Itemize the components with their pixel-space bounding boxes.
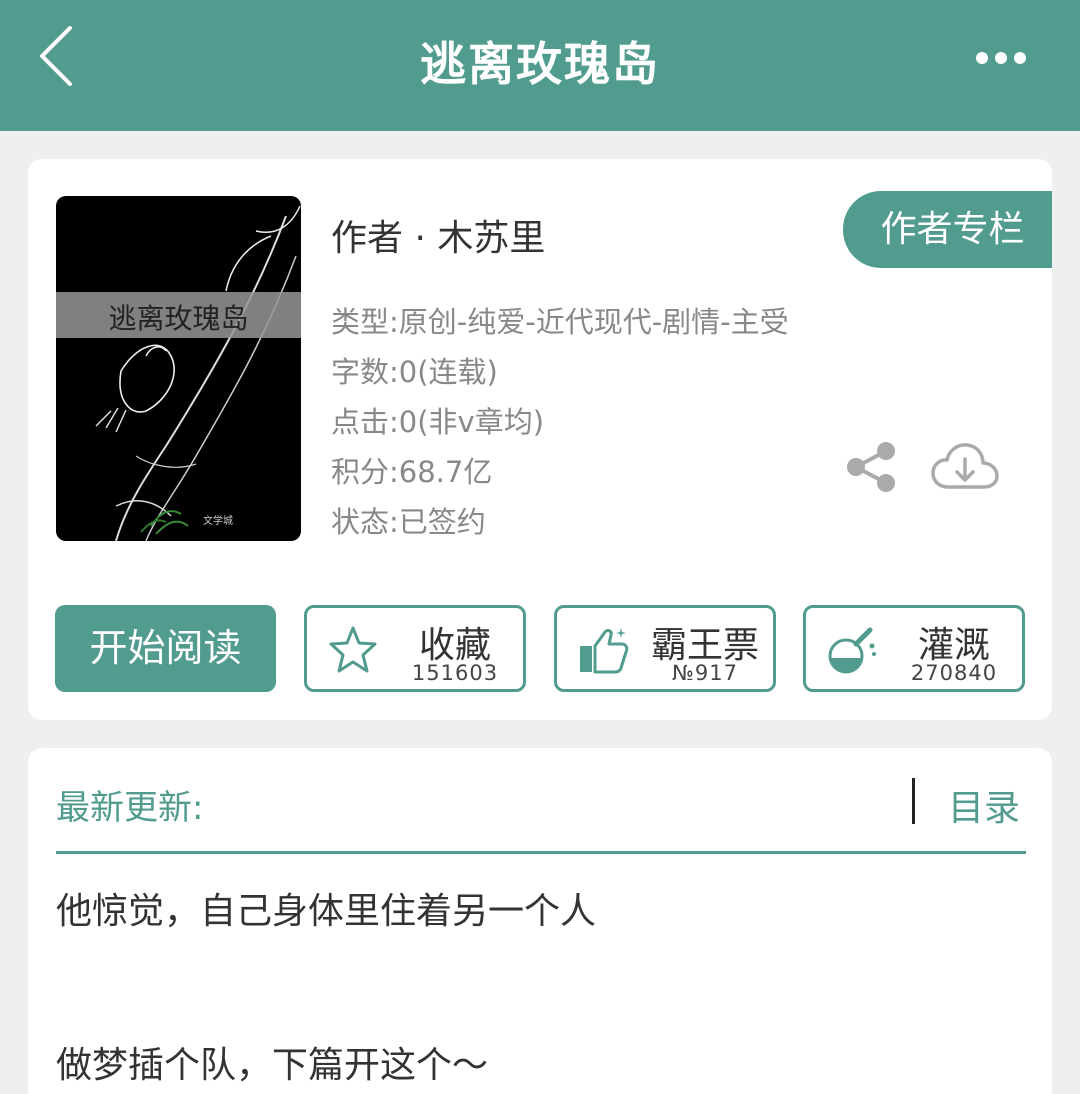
book-score: 积分:68.7亿: [331, 455, 493, 489]
water-count: 270840: [910, 661, 998, 685]
latest-update-label: 最新更新:: [56, 788, 204, 828]
cover-title: 逃离玫瑰岛: [108, 302, 249, 335]
more-dots-icon: [1014, 52, 1026, 64]
vote-count: №917: [672, 661, 738, 685]
book-status: 状态:已签约: [331, 505, 486, 539]
book-info-card: 逃离玫瑰岛 文学城 作者 · 木苏里 作者专栏 类型:原创-纯爱-近代现代-剧情…: [28, 159, 1052, 720]
start-reading-button[interactable]: 开始阅读: [55, 605, 276, 692]
book-clicks: 点击:0(非v章均): [331, 405, 545, 439]
more-dots-icon: [995, 52, 1007, 64]
top-bar: 逃离玫瑰岛: [0, 0, 1080, 131]
update-text-line[interactable]: 他惊觉，自己身体里住着另一个人: [56, 882, 596, 934]
divider: [912, 778, 915, 824]
flask-icon: [828, 627, 876, 674]
page-title: 逃离玫瑰岛: [420, 37, 660, 91]
book-type: 类型:原创-纯爱-近代现代-剧情-主受: [331, 305, 789, 339]
favorite-count: 151603: [411, 661, 499, 685]
book-word-count: 字数:0(连载): [331, 355, 498, 389]
favorite-button[interactable]: 收藏 151603: [304, 605, 526, 692]
thumbs-up-icon: [580, 628, 629, 674]
star-icon: [329, 626, 377, 673]
cover-art: [95, 205, 301, 541]
author-name[interactable]: 作者 · 木苏里: [331, 209, 545, 261]
more-button[interactable]: [976, 48, 1026, 68]
more-dots-icon: [976, 52, 988, 64]
book-cover[interactable]: 逃离玫瑰岛 文学城: [56, 196, 301, 541]
table-of-contents-link[interactable]: 目录: [948, 779, 1020, 831]
download-button[interactable]: [930, 439, 1000, 495]
divider: [56, 851, 1026, 854]
share-button[interactable]: [844, 439, 900, 495]
share-icon: [847, 442, 895, 492]
water-button[interactable]: 灌溉 270840: [803, 605, 1025, 692]
cover-watermark: 文学城: [203, 516, 233, 527]
update-text-line[interactable]: 做梦插个队，下篇开这个～: [56, 1036, 488, 1088]
vote-button[interactable]: 霸王票 №917: [554, 605, 776, 692]
latest-update-card: 最新更新: 目录 他惊觉，自己身体里住着另一个人 做梦插个队，下篇开这个～: [28, 748, 1052, 1094]
author-column-button[interactable]: 作者专栏: [843, 191, 1052, 268]
cloud-download-icon: [931, 443, 999, 489]
